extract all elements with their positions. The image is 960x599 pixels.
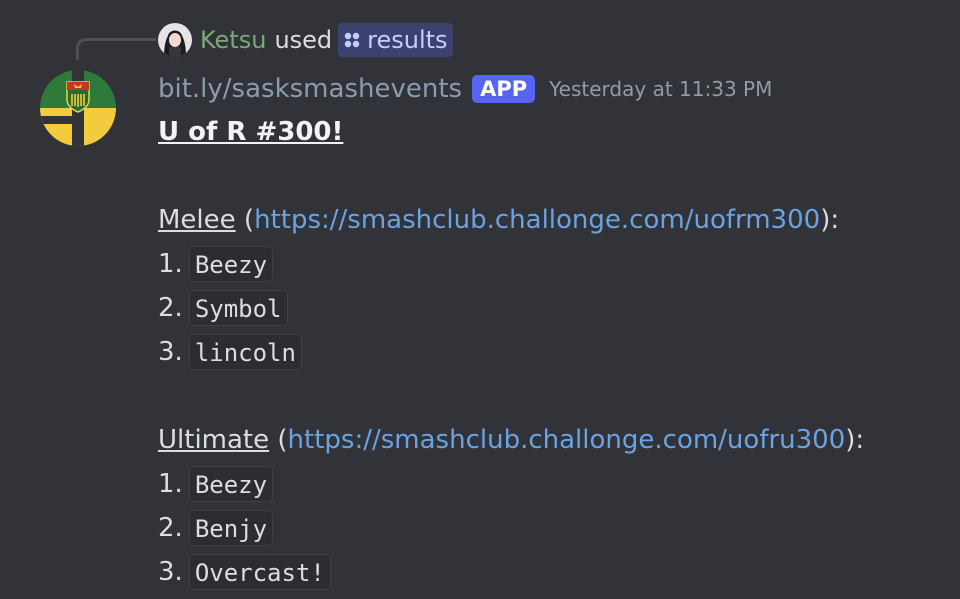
- app-badge: APP: [472, 75, 536, 103]
- reply-username[interactable]: Ketsu: [200, 26, 266, 54]
- placement-rank: 2.: [158, 293, 183, 323]
- bracket-link[interactable]: https://smashclub.challonge.com/uofrm300: [254, 198, 820, 242]
- results-title: U of R #300!: [158, 117, 344, 147]
- bot-name[interactable]: bit.ly/sasksmashevents: [158, 74, 462, 104]
- placement-rank: 3.: [158, 557, 183, 587]
- command-name: results: [367, 26, 448, 54]
- saskatchewan-flag-icon[interactable]: [40, 70, 116, 146]
- slash-command-icon: [343, 31, 361, 49]
- section-heading-ultimate: Ultimate ( https://smashclub.challonge.c…: [158, 418, 864, 462]
- user-avatar-icon[interactable]: [158, 23, 192, 57]
- player-name: Beezy: [188, 466, 274, 502]
- player-name: Overcast!: [188, 554, 331, 590]
- message-header: bit.ly/sasksmashevents APP Yesterday at …: [158, 70, 772, 108]
- message-content: U of R #300! Melee ( https://smashclub.c…: [158, 110, 864, 594]
- section-heading-melee: Melee ( https://smashclub.challonge.com/…: [158, 198, 864, 242]
- player-name: Beezy: [188, 246, 274, 282]
- list-item: 2. Symbol: [158, 286, 864, 330]
- placement-rank: 3.: [158, 337, 183, 367]
- command-mention[interactable]: results: [338, 23, 453, 57]
- list-item: 2. Benjy: [158, 506, 864, 550]
- bracket-link[interactable]: https://smashclub.challonge.com/uofru300: [288, 418, 846, 462]
- paren-open: (: [235, 205, 255, 235]
- paren-close: ):: [820, 205, 840, 235]
- placement-rank: 2.: [158, 513, 183, 543]
- section-name: Ultimate: [158, 425, 270, 455]
- player-name: Symbol: [188, 290, 288, 326]
- section-name: Melee: [158, 205, 236, 235]
- paren-open: (: [269, 425, 288, 455]
- reply-context[interactable]: Ketsu used results: [158, 22, 453, 58]
- list-item: 3. lincoln: [158, 330, 864, 374]
- list-item: 3. Overcast!: [158, 550, 864, 594]
- player-name: lincoln: [188, 334, 302, 370]
- paren-close: ):: [845, 425, 865, 455]
- reply-verb: used: [274, 26, 333, 54]
- placement-rank: 1.: [158, 469, 183, 499]
- list-item: 1. Beezy: [158, 462, 864, 506]
- placement-rank: 1.: [158, 249, 183, 279]
- list-item: 1. Beezy: [158, 242, 864, 286]
- player-name: Benjy: [188, 510, 274, 546]
- message-timestamp[interactable]: Yesterday at 11:33 PM: [549, 77, 772, 101]
- reply-spine: [76, 38, 156, 60]
